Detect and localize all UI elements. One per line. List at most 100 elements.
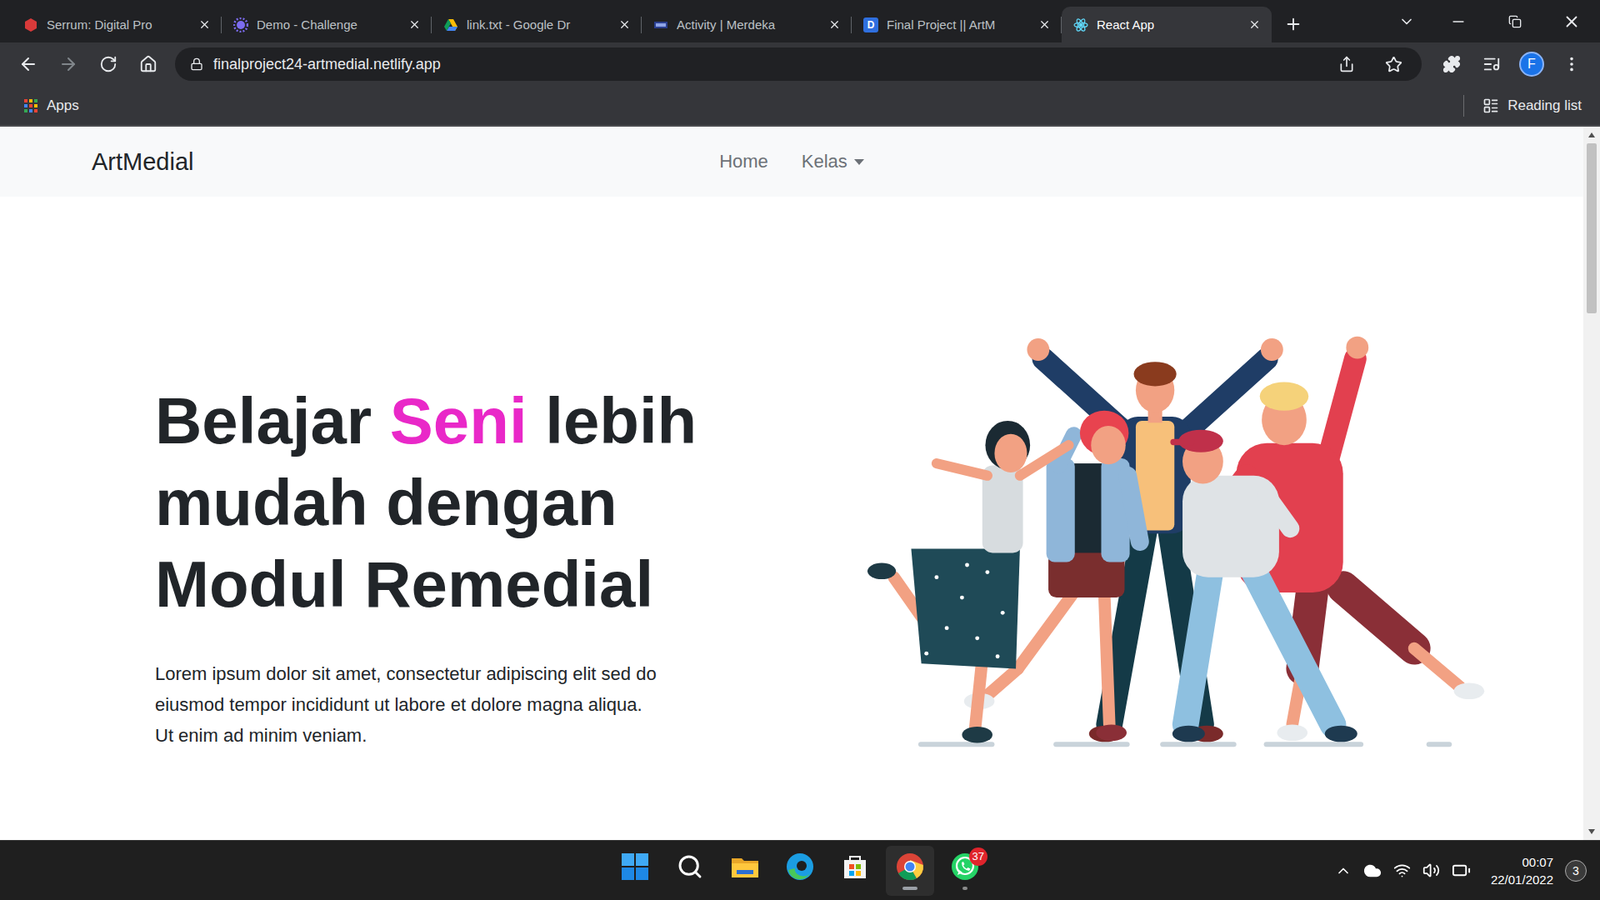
drive-icon (443, 17, 459, 33)
nav-link[interactable]: Kelas (785, 144, 881, 180)
title-line: Modul Remedial (155, 543, 755, 625)
tab-close-button[interactable] (825, 15, 844, 35)
reload-button[interactable] (90, 47, 127, 81)
hero-section: Belajar Seni lebihmudah denganModul Reme… (0, 196, 1584, 751)
url-text: finalproject24-artmedial.netlify.app (213, 55, 1319, 74)
chevron-up-icon[interactable] (1335, 862, 1352, 880)
chevron-down-icon (1398, 13, 1415, 30)
back-arrow-icon (18, 54, 39, 75)
forward-arrow-icon (58, 54, 79, 75)
battery-icon[interactable] (1451, 860, 1471, 880)
running-indicator (902, 886, 918, 890)
taskbar-app[interactable] (665, 845, 715, 896)
share-icon (1338, 55, 1355, 73)
highlight-word: Seni (390, 384, 528, 458)
reading-list-button[interactable]: Reading list (1477, 94, 1587, 118)
nav-link[interactable]: Home (702, 144, 785, 180)
site-navbar: ArtMedialHomeKelas (0, 126, 1584, 197)
system-tray: 00:0722/01/2022 3 (1335, 853, 1600, 889)
center-man-figure (1026, 338, 1283, 742)
title-line: Belajar Seni lebih (155, 380, 755, 462)
bookmark-star-button[interactable] (1375, 47, 1412, 81)
browser-tab[interactable]: React App (1061, 6, 1272, 43)
start-icon (620, 851, 650, 882)
lock-icon (190, 57, 204, 71)
tab-close-button[interactable] (615, 15, 634, 35)
notification-count[interactable]: 3 (1565, 860, 1587, 882)
taskbar-app[interactable]: 37 (940, 845, 990, 896)
scroll-up-button[interactable] (1583, 126, 1600, 144)
close-icon (198, 18, 211, 31)
profile-button[interactable]: F (1513, 47, 1550, 81)
bookmark-item[interactable]: Apps (18, 94, 85, 118)
bar-divider (1463, 95, 1465, 117)
merdeka-icon (653, 17, 669, 33)
menu-button[interactable] (1553, 47, 1590, 81)
back-button[interactable] (10, 47, 47, 81)
tab-close-button[interactable] (1245, 15, 1264, 35)
browser-tab[interactable]: Serrum: Digital Pro (11, 6, 222, 43)
dropdown-caret-icon (854, 159, 865, 165)
forward-button[interactable] (50, 47, 87, 81)
extensions-button[interactable] (1433, 47, 1470, 81)
title-line: mudah dengan (155, 461, 755, 544)
taskbar-app[interactable] (720, 845, 770, 896)
kebab-menu-icon (1562, 55, 1581, 74)
notification-badge: 37 (969, 847, 988, 866)
tab-label: Serrum: Digital Pro (46, 17, 187, 32)
minimize-icon (1450, 13, 1467, 30)
media-button[interactable] (1473, 47, 1510, 81)
browser-tab[interactable]: Demo - Challenge (221, 6, 432, 43)
title-segment: mudah dengan (155, 465, 618, 540)
home-button[interactable] (130, 47, 167, 81)
close-icon (618, 18, 631, 31)
browser-tab[interactable]: Activity | Merdeka (641, 6, 852, 43)
address-bar[interactable]: finalproject24-artmedial.netlify.app (175, 47, 1422, 81)
tab-search-button[interactable] (1383, 0, 1430, 43)
close-window-button[interactable] (1543, 0, 1600, 43)
wifi-icon[interactable] (1393, 861, 1411, 880)
onedrive-cloud-icon[interactable] (1363, 861, 1382, 880)
tab-label: React App (1096, 17, 1237, 32)
title-segment: lebih (527, 384, 698, 458)
search-icon (676, 853, 704, 880)
explorer-icon (730, 851, 760, 882)
share-button[interactable] (1328, 47, 1365, 81)
tab-label: Demo - Challenge (256, 17, 397, 32)
scroll-thumb[interactable] (1586, 143, 1597, 314)
taskbar-apps: 37 (610, 845, 990, 896)
close-icon (1248, 18, 1261, 31)
tab-close-button[interactable] (195, 15, 214, 35)
down-triangle-icon (1588, 829, 1595, 835)
tab-close-button[interactable] (1035, 15, 1054, 35)
taskbar-app[interactable] (830, 845, 880, 896)
reload-icon (99, 55, 118, 74)
site-brand[interactable]: ArtMedial (91, 148, 703, 176)
taskbar-app[interactable] (885, 845, 935, 896)
scrollbar[interactable] (1583, 126, 1600, 840)
home-icon (139, 55, 158, 74)
profile-avatar: F (1519, 51, 1545, 77)
taskbar: 37 00:0722/01/2022 3 (0, 840, 1600, 900)
browser-tab[interactable]: DFinal Project || ArtM (851, 6, 1062, 43)
serrum-icon (23, 17, 39, 33)
desktop-screen: Serrum: Digital Pro Demo - Challenge link.… (0, 0, 1600, 900)
minimize-button[interactable] (1430, 0, 1487, 43)
close-icon (408, 18, 421, 31)
demo-icon (233, 17, 249, 33)
clock[interactable]: 00:0722/01/2022 (1490, 853, 1554, 889)
docs-icon: D (863, 17, 879, 33)
tab-close-button[interactable] (405, 15, 424, 35)
taskbar-app[interactable] (775, 845, 825, 896)
scroll-down-button[interactable] (1583, 823, 1600, 840)
running-indicator (962, 886, 968, 890)
browser-tab[interactable]: link.txt - Google Dr (431, 6, 642, 43)
volume-icon[interactable] (1422, 861, 1440, 880)
new-tab-button[interactable] (1276, 7, 1310, 41)
hero-text: Belajar Seni lebihmudah denganModul Reme… (155, 333, 755, 751)
scroll-track (1583, 143, 1600, 824)
up-triangle-icon (1588, 132, 1595, 138)
restore-button[interactable] (1486, 0, 1544, 43)
taskbar-app[interactable] (610, 845, 660, 896)
star-icon (1385, 55, 1403, 74)
